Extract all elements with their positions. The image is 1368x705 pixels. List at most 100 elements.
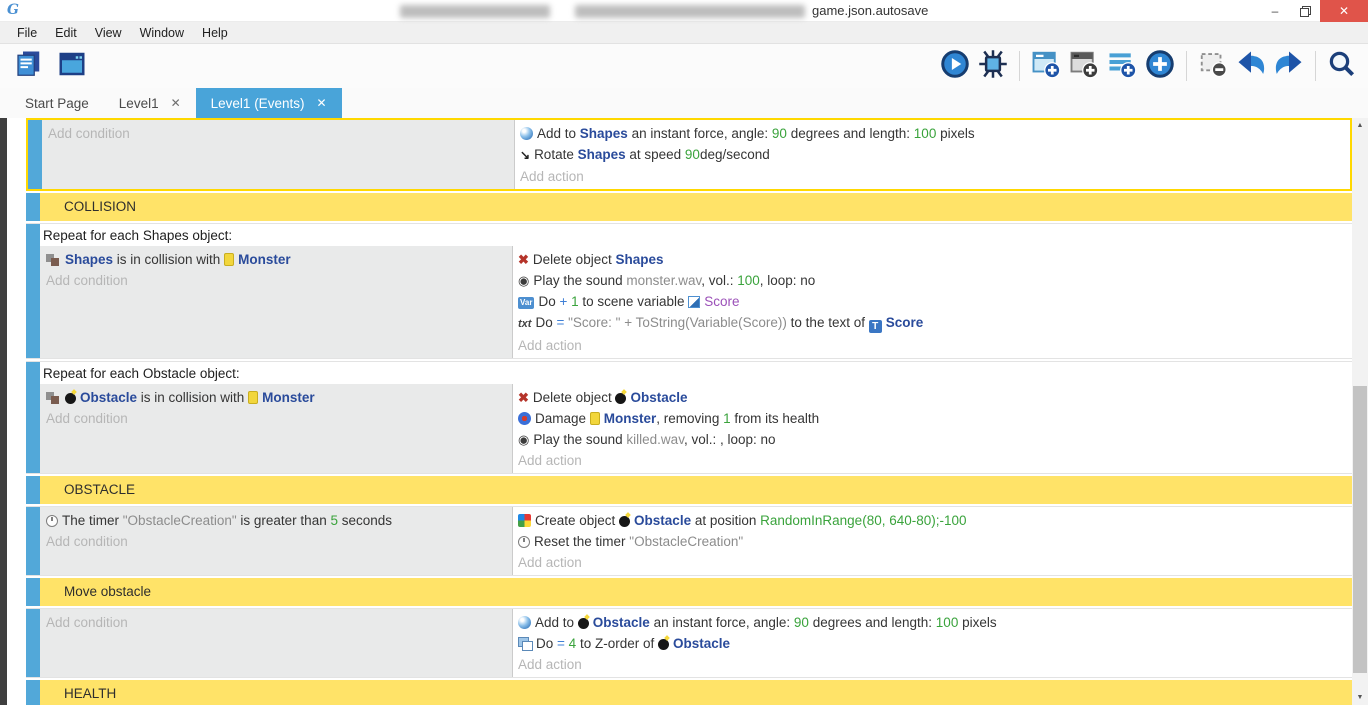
menu-view[interactable]: View	[86, 26, 131, 40]
add-comment-button[interactable]	[1104, 48, 1140, 84]
conditions-column[interactable]: Add condition	[40, 609, 513, 677]
condition-line[interactable]: Obstacle is in collision with Monster	[46, 387, 512, 408]
event-drag-bar[interactable]	[26, 224, 40, 358]
menu-help[interactable]: Help	[193, 26, 237, 40]
condition-line[interactable]: Add condition	[46, 531, 512, 552]
bomb-icon	[658, 639, 669, 650]
action-line[interactable]: ◉Play the sound monster.wav, vol.: 100, …	[518, 270, 1352, 291]
actions-column[interactable]: Add to Obstacle an instant force, angle:…	[513, 609, 1352, 677]
comment-row[interactable]: OBSTACLE	[26, 476, 1352, 504]
action-line[interactable]: ◉Play the sound killed.wav, vol.: , loop…	[518, 429, 1352, 450]
action-line[interactable]: Add action	[518, 335, 1352, 356]
text-segment: Obstacle	[630, 390, 687, 405]
menu-window[interactable]: Window	[131, 26, 193, 40]
redo-button[interactable]	[1271, 48, 1307, 84]
event-columns: Shapes is in collision with MonsterAdd c…	[40, 246, 1352, 358]
event-row[interactable]: Add condition Add to Obstacle an instant …	[26, 608, 1352, 678]
action-line[interactable]: Add action	[518, 552, 1352, 573]
conditions-column[interactable]: Obstacle is in collision with MonsterAdd…	[40, 384, 513, 473]
scroll-up-arrow-icon[interactable]: ▲	[1352, 122, 1368, 129]
action-line[interactable]: ✖Delete object Obstacle	[518, 387, 1352, 408]
delete-event-button[interactable]	[1195, 48, 1231, 84]
scrollbar-thumb[interactable]	[1353, 386, 1367, 673]
minimize-button[interactable]: –	[1260, 0, 1290, 22]
action-line[interactable]: ✖Delete object Shapes	[518, 249, 1352, 270]
action-line[interactable]: Create object Obstacle at position Rando…	[518, 510, 1352, 531]
event-row[interactable]: Repeat for each Shapes object:Shapes is …	[26, 223, 1352, 359]
comment-row[interactable]: Move obstacle	[26, 578, 1352, 606]
menu-edit[interactable]: Edit	[46, 26, 86, 40]
action-line[interactable]: VarDo + 1 to scene variable Score	[518, 291, 1352, 312]
project-manager-button[interactable]	[10, 48, 46, 84]
action-line[interactable]: Add to Obstacle an instant force, angle:…	[518, 612, 1352, 633]
event-header[interactable]: Repeat for each Obstacle object:	[40, 362, 1352, 384]
debug-icon	[978, 49, 1008, 84]
actions-column[interactable]: ✖Delete object Shapes◉Play the sound mon…	[513, 246, 1352, 358]
condition-line[interactable]: Shapes is in collision with Monster	[46, 249, 512, 270]
event-row[interactable]: The timer "ObstacleCreation" is greater …	[26, 506, 1352, 576]
action-line[interactable]: ↘Rotate Shapes at speed 90deg/second	[520, 144, 1350, 166]
text-segment: Add condition	[46, 534, 128, 549]
tab-close-icon[interactable]: ✕	[316, 96, 326, 110]
event-drag-bar[interactable]	[26, 609, 40, 677]
event-drag-bar[interactable]	[28, 120, 42, 189]
text-segment: Add to	[537, 126, 580, 141]
scene-editor-button[interactable]	[54, 48, 90, 84]
undo-button[interactable]	[1233, 48, 1269, 84]
play-button[interactable]	[937, 48, 973, 84]
event-drag-bar[interactable]	[26, 362, 40, 473]
tab-close-icon[interactable]: ✕	[171, 96, 181, 110]
event-header[interactable]: Repeat for each Shapes object:	[40, 224, 1352, 246]
maximize-button[interactable]	[1290, 0, 1320, 22]
action-line[interactable]: Do = 4 to Z-order of Obstacle	[518, 633, 1352, 654]
text-segment: Add to	[535, 615, 578, 630]
action-line[interactable]: Add to Shapes an instant force, angle: 9…	[520, 123, 1350, 144]
debug-button[interactable]	[975, 48, 1011, 84]
add-circle-button[interactable]	[1142, 48, 1178, 84]
action-line[interactable]: Add action	[520, 166, 1350, 187]
action-line[interactable]: Add action	[518, 450, 1352, 471]
conditions-column[interactable]: Add condition	[42, 120, 515, 189]
condition-line[interactable]: The timer "ObstacleCreation" is greater …	[46, 510, 512, 531]
event-drag-bar[interactable]	[26, 476, 40, 504]
event-row[interactable]: Add condition Add to Shapes an instant fo…	[26, 118, 1352, 191]
event-row[interactable]: Repeat for each Obstacle object:Obstacle…	[26, 361, 1352, 474]
event-drag-bar[interactable]	[26, 507, 40, 575]
actions-column[interactable]: Add to Shapes an instant force, angle: 9…	[515, 120, 1350, 189]
text-segment: an instant force, angle:	[628, 126, 772, 141]
text-segment: "ObstacleCreation"	[629, 534, 743, 549]
action-line[interactable]: txtDo = "Score: " + ToString(Variable(Sc…	[518, 312, 1352, 335]
add-subevent-button[interactable]	[1066, 48, 1102, 84]
event-drag-bar[interactable]	[26, 193, 40, 221]
scroll-down-arrow-icon[interactable]: ▼	[1352, 694, 1368, 701]
tab-level1-events[interactable]: Level1 (Events)✕	[196, 88, 342, 118]
conditions-column[interactable]: Shapes is in collision with MonsterAdd c…	[40, 246, 513, 358]
tab-start-page[interactable]: Start Page	[10, 88, 104, 118]
action-line[interactable]: Reset the timer "ObstacleCreation"	[518, 531, 1352, 552]
condition-line[interactable]: Add condition	[46, 270, 512, 291]
condition-line[interactable]: Add condition	[48, 123, 514, 144]
condition-line[interactable]: Add condition	[46, 408, 512, 429]
text-segment: RandomInRange(80, 640-80);-100	[760, 513, 966, 528]
actions-column[interactable]: Create object Obstacle at position Rando…	[513, 507, 1352, 575]
text-segment: 100	[737, 273, 760, 288]
action-line[interactable]: Add action	[518, 654, 1352, 675]
text-segment: at speed	[626, 147, 685, 162]
text-segment: Add action	[518, 657, 582, 672]
text-segment: at position	[691, 513, 760, 528]
condition-line[interactable]: Add condition	[46, 612, 512, 633]
menu-file[interactable]: File	[8, 26, 46, 40]
close-button[interactable]: ✕	[1320, 0, 1368, 22]
action-line[interactable]: Damage Monster, removing 1 from its heal…	[518, 408, 1352, 429]
comment-row[interactable]: COLLISION	[26, 193, 1352, 221]
text-segment: Reset the timer	[534, 534, 629, 549]
conditions-column[interactable]: The timer "ObstacleCreation" is greater …	[40, 507, 513, 575]
event-drag-bar[interactable]	[26, 680, 40, 705]
event-drag-bar[interactable]	[26, 578, 40, 606]
comment-row[interactable]: HEALTH	[26, 680, 1352, 705]
actions-column[interactable]: ✖Delete object ObstacleDamage Monster, r…	[513, 384, 1352, 473]
search-button[interactable]	[1324, 48, 1360, 84]
vertical-scrollbar[interactable]: ▲ ▼	[1352, 118, 1368, 705]
tab-level1[interactable]: Level1✕	[104, 88, 196, 118]
add-event-button[interactable]	[1028, 48, 1064, 84]
